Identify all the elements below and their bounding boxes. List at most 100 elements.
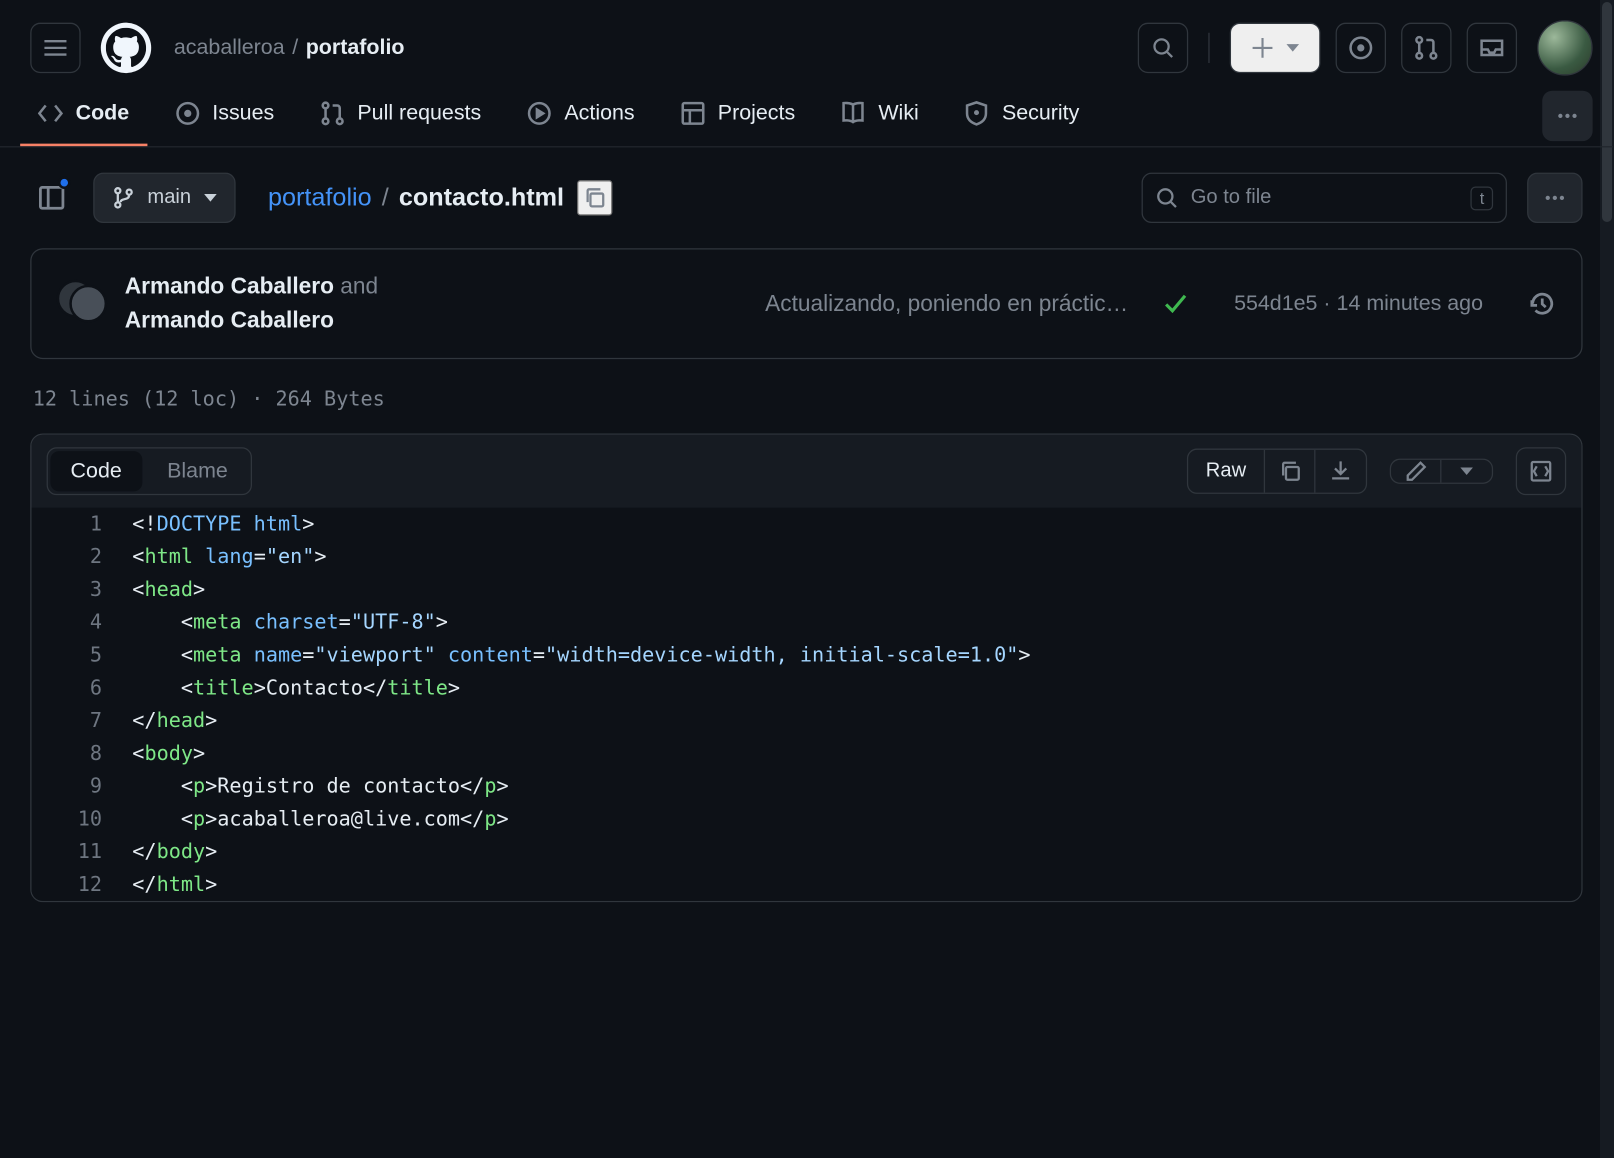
line-content[interactable]: <title>Contacto</title> — [132, 672, 460, 705]
line-content[interactable]: <meta name="viewport" content="width=dev… — [132, 639, 1030, 672]
edit-dropdown-button[interactable] — [1441, 460, 1491, 483]
code-icon — [38, 101, 63, 126]
code-area[interactable]: 1<!DOCTYPE html>2<html lang="en">3<head>… — [32, 508, 1582, 901]
line-content[interactable]: <p>acaballeroa@live.com</p> — [132, 803, 508, 836]
line-number[interactable]: 9 — [32, 770, 133, 803]
pencil-icon — [1404, 460, 1427, 483]
view-code-tab[interactable]: Code — [50, 451, 142, 491]
line-content[interactable]: </head> — [132, 704, 217, 737]
go-to-file-input[interactable]: Go to file t — [1142, 173, 1507, 223]
view-blame-tab[interactable]: Blame — [144, 449, 250, 494]
git-branch-icon — [112, 186, 135, 209]
hamburger-button[interactable] — [30, 23, 80, 73]
commit-message[interactable]: Actualizando, poniendo en práctic… — [765, 290, 1128, 316]
file-stats: 12 lines (12 loc) · 264 Bytes — [33, 387, 1583, 411]
code-line[interactable]: 10 <p>acaballeroa@live.com</p> — [32, 803, 1582, 836]
author-1[interactable]: Armando Caballero — [125, 273, 334, 298]
commit-sep: · — [1323, 291, 1330, 315]
git-pull-request-icon — [1414, 35, 1439, 60]
symbols-button[interactable] — [1516, 447, 1566, 495]
search-button[interactable] — [1138, 23, 1188, 73]
check-icon[interactable] — [1164, 291, 1189, 316]
code-line[interactable]: 2<html lang="en"> — [32, 541, 1582, 574]
code-line[interactable]: 3<head> — [32, 573, 1582, 606]
tab-actions[interactable]: Actions — [509, 86, 652, 146]
tab-pull-requests[interactable]: Pull requests — [302, 86, 499, 146]
line-number[interactable]: 6 — [32, 672, 133, 705]
line-content[interactable]: <head> — [132, 573, 205, 606]
tab-code[interactable]: Code — [20, 86, 147, 146]
git-pull-request-icon — [320, 101, 345, 126]
code-line[interactable]: 7</head> — [32, 704, 1582, 737]
code-toolbar: Code Blame Raw — [32, 435, 1582, 508]
author-2[interactable]: Armando Caballero — [125, 307, 334, 332]
line-content[interactable]: <body> — [132, 737, 205, 770]
file-tree-toggle[interactable] — [30, 176, 73, 219]
code-line[interactable]: 9 <p>Registro de contacto</p> — [32, 770, 1582, 803]
breadcrumb-sep: / — [292, 35, 298, 60]
caret-down-icon — [1460, 465, 1473, 478]
create-new-button[interactable] — [1230, 23, 1321, 73]
tab-issues[interactable]: Issues — [157, 86, 292, 146]
more-tabs-button[interactable] — [1542, 91, 1592, 141]
line-number[interactable]: 3 — [32, 573, 133, 606]
line-number[interactable]: 11 — [32, 835, 133, 868]
line-number[interactable]: 7 — [32, 704, 133, 737]
raw-button[interactable]: Raw — [1188, 450, 1265, 493]
line-number[interactable]: 2 — [32, 541, 133, 574]
breadcrumb-owner[interactable]: acaballeroa — [174, 35, 285, 60]
issues-tray-button[interactable] — [1336, 23, 1386, 73]
user-avatar[interactable] — [1537, 20, 1592, 75]
tab-security[interactable]: Security — [947, 86, 1097, 146]
commit-time: 14 minutes ago — [1337, 291, 1483, 315]
author-avatars[interactable] — [57, 280, 105, 328]
plus-icon — [1251, 37, 1274, 60]
history-button[interactable] — [1528, 290, 1556, 318]
inbox-button[interactable] — [1467, 23, 1517, 73]
pull-requests-tray-button[interactable] — [1401, 23, 1451, 73]
line-number[interactable]: 12 — [32, 868, 133, 901]
line-number[interactable]: 5 — [32, 639, 133, 672]
code-line[interactable]: 6 <title>Contacto</title> — [32, 672, 1582, 705]
line-content[interactable]: <html lang="en"> — [132, 541, 326, 574]
code-line[interactable]: 1<!DOCTYPE html> — [32, 508, 1582, 541]
copy-path-button[interactable] — [577, 180, 612, 215]
author-text: Armando Caballero and Armando Caballero — [125, 270, 378, 338]
divider — [1208, 33, 1209, 63]
code-line[interactable]: 5 <meta name="viewport" content="width=d… — [32, 639, 1582, 672]
line-content[interactable]: <!DOCTYPE html> — [132, 508, 314, 541]
branch-select-button[interactable]: main — [93, 173, 235, 223]
history-icon — [1528, 290, 1556, 318]
line-content[interactable]: </html> — [132, 868, 217, 901]
download-button[interactable] — [1315, 450, 1365, 493]
line-number[interactable]: 4 — [32, 606, 133, 639]
commit-sha[interactable]: 554d1e5 — [1234, 291, 1317, 315]
line-number[interactable]: 8 — [32, 737, 133, 770]
path-repo-link[interactable]: portafolio — [268, 183, 372, 212]
copy-icon — [583, 186, 606, 209]
dot-circle-icon — [1348, 35, 1373, 60]
line-number[interactable]: 10 — [32, 803, 133, 836]
line-content[interactable]: <p>Registro de contacto</p> — [132, 770, 508, 803]
search-placeholder: Go to file — [1191, 186, 1272, 209]
play-circle-icon — [527, 101, 552, 126]
edit-button[interactable] — [1391, 460, 1441, 483]
search-icon — [1152, 37, 1175, 60]
file-more-button[interactable] — [1527, 173, 1582, 223]
breadcrumb-repo[interactable]: portafolio — [306, 35, 405, 60]
repo-nav: Code Issues Pull requests Actions Projec… — [0, 86, 1613, 148]
tab-projects[interactable]: Projects — [662, 86, 812, 146]
line-content[interactable]: </body> — [132, 835, 217, 868]
copy-button[interactable] — [1265, 450, 1315, 493]
code-line[interactable]: 4 <meta charset="UTF-8"> — [32, 606, 1582, 639]
code-line[interactable]: 12</html> — [32, 868, 1582, 901]
code-line[interactable]: 11</body> — [32, 835, 1582, 868]
notification-dot-icon — [58, 176, 71, 189]
code-line[interactable]: 8<body> — [32, 737, 1582, 770]
kebab-icon — [1544, 186, 1567, 209]
tab-wiki[interactable]: Wiki — [823, 86, 937, 146]
issue-icon — [175, 101, 200, 126]
line-number[interactable]: 1 — [32, 508, 133, 541]
github-logo[interactable] — [101, 23, 151, 73]
line-content[interactable]: <meta charset="UTF-8"> — [132, 606, 448, 639]
